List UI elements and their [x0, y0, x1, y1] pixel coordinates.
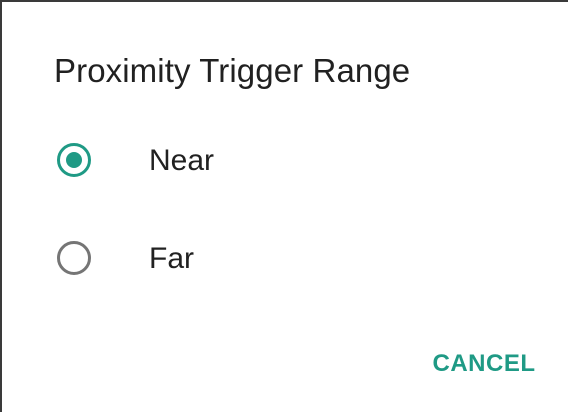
proximity-range-dialog: Proximity Trigger Range Near Far CANCEL: [0, 0, 568, 412]
option-near[interactable]: Near: [2, 122, 562, 202]
cancel-button[interactable]: CANCEL: [414, 336, 554, 392]
option-near-label: Near: [149, 144, 215, 177]
option-far-label: Far: [149, 242, 194, 275]
radio-selected-icon[interactable]: [57, 143, 91, 177]
option-far[interactable]: Far: [2, 220, 562, 300]
dialog-title: Proximity Trigger Range: [54, 52, 411, 89]
radio-unselected-icon[interactable]: [57, 241, 91, 275]
